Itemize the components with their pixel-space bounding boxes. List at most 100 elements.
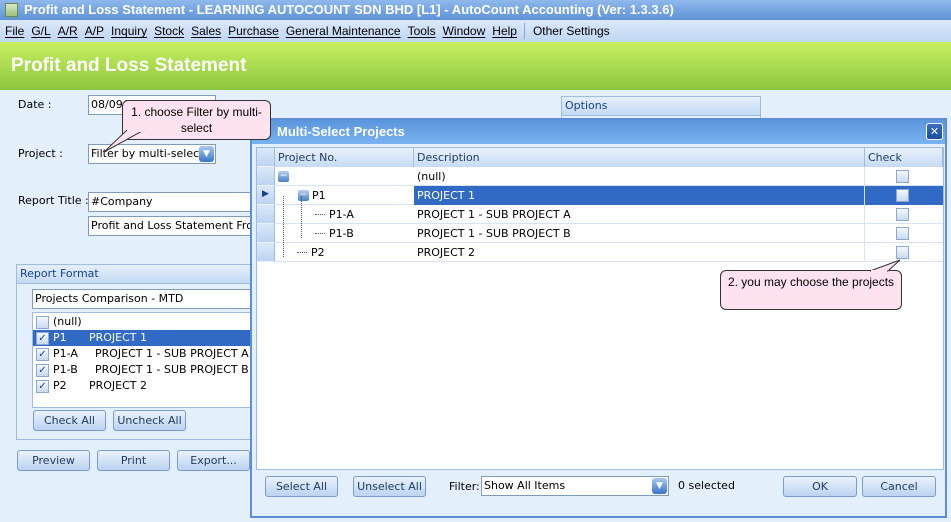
ok-button[interactable]: OK <box>783 476 857 497</box>
callout-pointer <box>869 259 901 272</box>
checkbox[interactable]: ✓ <box>36 347 49 361</box>
checklist-item[interactable]: ✓ P1-B PROJECT 1 - SUB PROJECT B <box>33 362 261 378</box>
tree-line <box>297 252 307 253</box>
menu-help[interactable]: Help <box>492 24 517 38</box>
row-selector-header <box>257 148 275 167</box>
project-no-cell: − <box>275 167 414 186</box>
row-selector[interactable]: ▶ <box>257 186 275 205</box>
project-checklist: (null) ✓ P1 PROJECT 1 ✓ P1-A PROJECT 1 - SUB P… <box>32 312 262 408</box>
project-description: PROJECT 1 - SUB PROJECT A <box>95 347 249 360</box>
report-format-title: Report Format <box>17 265 255 284</box>
checkbox[interactable] <box>36 315 49 329</box>
check-cell <box>865 224 943 243</box>
checkbox[interactable] <box>896 227 909 240</box>
page-title: Profit and Loss Statement <box>0 42 951 90</box>
checklist-item[interactable]: ✓ P2 PROJECT 2 <box>33 378 261 394</box>
menu-sales[interactable]: Sales <box>191 24 221 38</box>
row-selector[interactable] <box>257 224 275 243</box>
chevron-down-icon[interactable]: ▼ <box>199 146 214 162</box>
export-button[interactable]: Export... <box>177 450 250 471</box>
row-selector[interactable] <box>257 243 275 262</box>
grid-row[interactable]: ▶ P1− PROJECT 1 <box>257 186 943 205</box>
tree-line <box>283 196 284 257</box>
report-title-input-1[interactable]: #Company <box>88 192 258 212</box>
project-code: P2 <box>53 379 67 392</box>
report-format-select[interactable]: Projects Comparison - MTD <box>32 289 262 309</box>
checkbox[interactable] <box>896 189 909 202</box>
options-panel: Options <box>561 96 761 120</box>
grid-row[interactable]: P2 PROJECT 2 <box>257 243 943 262</box>
menu-g-l[interactable]: G/L <box>31 24 50 38</box>
check-all-button[interactable]: Check All <box>33 410 106 431</box>
collapse-icon[interactable]: − <box>278 171 289 182</box>
menu-a-r[interactable]: A/R <box>58 24 78 38</box>
selected-count: 0 selected <box>678 479 735 492</box>
uncheck-all-button[interactable]: Uncheck All <box>113 410 186 431</box>
menu-other-settings[interactable]: Other Settings <box>533 24 610 38</box>
cancel-button[interactable]: Cancel <box>862 476 936 497</box>
checklist-item[interactable]: (null) <box>33 314 261 330</box>
select-all-button[interactable]: Select All <box>265 476 338 497</box>
menu-stock[interactable]: Stock <box>154 24 184 38</box>
tree-line <box>301 196 302 238</box>
menu-bar: File G/L A/R A/P Inquiry Stock Sales Purchase Ge… <box>0 20 951 42</box>
close-icon[interactable]: ✕ <box>926 123 943 140</box>
check-cell <box>865 186 943 205</box>
report-title-input-2[interactable]: Profit and Loss Statement From # <box>88 216 258 236</box>
unselect-all-button[interactable]: Unselect All <box>353 476 426 497</box>
column-header[interactable]: Description <box>414 148 865 167</box>
preview-button[interactable]: Preview <box>17 450 90 471</box>
project-description: PROJECT 1 - SUB PROJECT B <box>95 363 249 376</box>
grid-row[interactable]: P1-A PROJECT 1 - SUB PROJECT A <box>257 205 943 224</box>
description-cell: PROJECT 2 <box>414 243 865 262</box>
filter-dropdown[interactable]: Show All Items ▼ <box>481 476 669 496</box>
window-title-bar: Profit and Loss Statement - LEARNING AUT… <box>0 0 951 20</box>
menu-general-maintenance[interactable]: General Maintenance <box>286 24 401 38</box>
menu-a-p[interactable]: A/P <box>85 24 104 38</box>
menu-tools[interactable]: Tools <box>408 24 436 38</box>
check-cell <box>865 205 943 224</box>
menu-window[interactable]: Window <box>443 24 486 38</box>
project-code: P1 <box>53 331 67 344</box>
checklist-item[interactable]: ✓ P1-A PROJECT 1 - SUB PROJECT A <box>33 346 261 362</box>
check-cell <box>865 167 943 186</box>
filter-value: Show All Items <box>484 479 566 492</box>
project-code: P1-B <box>53 363 78 376</box>
menu-inquiry[interactable]: Inquiry <box>111 24 147 38</box>
checkbox[interactable]: ✓ <box>36 379 49 393</box>
date-label: Date : <box>18 98 52 111</box>
chevron-down-icon[interactable]: ▼ <box>652 478 667 494</box>
checkbox[interactable] <box>896 170 909 183</box>
grid-row[interactable]: P1-B PROJECT 1 - SUB PROJECT B <box>257 224 943 243</box>
grid-header-row: Project No. Description Check <box>257 148 943 167</box>
project-no-cell: P1− <box>298 189 326 202</box>
description-cell: (null) <box>414 167 865 186</box>
tree-line <box>315 233 325 234</box>
column-header[interactable]: Check <box>865 148 943 167</box>
menu-separator <box>523 23 525 39</box>
row-selector[interactable] <box>257 205 275 224</box>
menu-purchase[interactable]: Purchase <box>228 24 279 38</box>
collapse-icon[interactable]: − <box>298 190 309 201</box>
tree-line <box>315 214 325 215</box>
project-label: Project : <box>18 147 63 160</box>
grid-row[interactable]: − (null) <box>257 167 943 186</box>
menu-file[interactable]: File <box>5 24 24 38</box>
project-description: PROJECT 2 <box>89 379 148 392</box>
column-header[interactable]: Project No. <box>275 148 414 167</box>
project-no-cell: P1-B <box>275 224 414 243</box>
project-no-cell: P2 <box>275 243 414 262</box>
checklist-item[interactable]: ✓ P1 PROJECT 1 <box>33 330 261 346</box>
print-button[interactable]: Print <box>97 450 170 471</box>
checkbox[interactable]: ✓ <box>36 363 49 377</box>
checkbox[interactable] <box>896 208 909 221</box>
current-row-arrow-icon: ▶ <box>262 189 269 199</box>
row-selector[interactable] <box>257 167 275 186</box>
project-code: (null) <box>53 315 82 328</box>
report-format-value: Projects Comparison - MTD <box>35 292 184 305</box>
description-cell: PROJECT 1 - SUB PROJECT A <box>414 205 865 224</box>
multi-select-projects-dialog: Multi-Select Projects ✕ Project No. Descr… <box>250 118 947 518</box>
description-cell: PROJECT 1 - SUB PROJECT B <box>414 224 865 243</box>
checkbox[interactable]: ✓ <box>36 331 49 345</box>
options-title: Options <box>562 97 760 116</box>
